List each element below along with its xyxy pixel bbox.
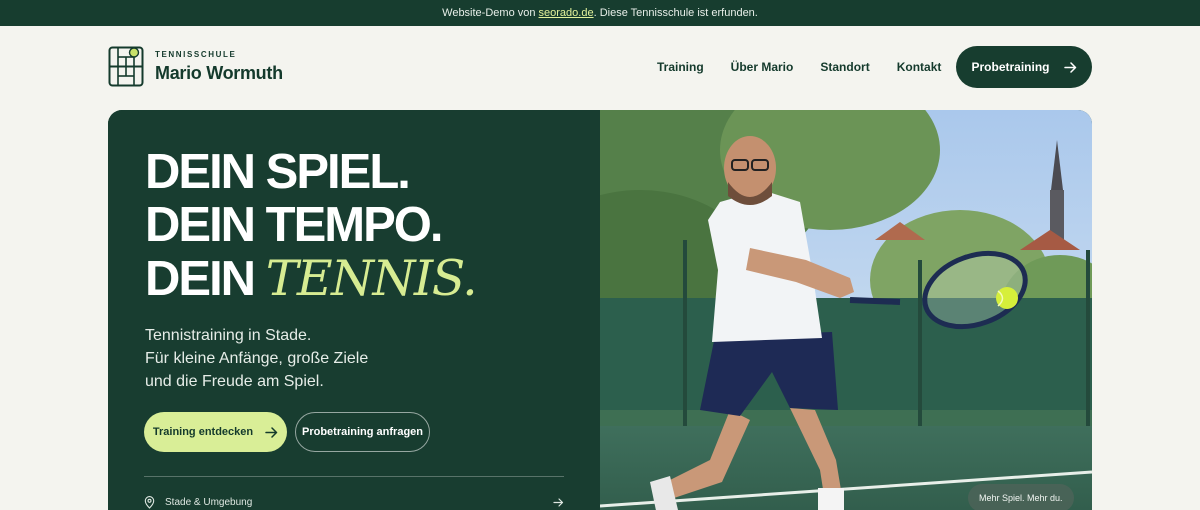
- site-header: TENNISSCHULE Mario Wormuth Training Über…: [0, 26, 1200, 110]
- demo-notice-bar: Website-Demo von seorado.de. Diese Tenni…: [0, 0, 1200, 26]
- tennis-player-photo: [600, 110, 1092, 510]
- hero-photo: Mehr Spiel. Mehr du.: [600, 110, 1092, 510]
- probetraining-anfragen-label: Probetraining anfragen: [301, 426, 424, 438]
- demo-notice-link[interactable]: seorado.de: [539, 7, 594, 19]
- probetraining-anfragen-button[interactable]: Probetraining anfragen: [295, 412, 430, 452]
- nav-item-training[interactable]: Training: [657, 60, 704, 74]
- hero-text-panel: DEIN SPIEL. DEIN TEMPO. DEIN TENNIS. Ten…: [108, 110, 600, 510]
- arrow-right-icon: [265, 426, 278, 438]
- subtext-line-2: Für kleine Anfänge, große Ziele: [145, 350, 369, 367]
- training-entdecken-label: Training entdecken: [152, 426, 254, 438]
- arrow-right-icon: [1063, 61, 1077, 73]
- headline-line-2: DEIN TEMPO.: [145, 198, 444, 252]
- arrow-right-icon: [553, 497, 564, 507]
- hero-headline: DEIN SPIEL. DEIN TEMPO. DEIN TENNIS.: [145, 145, 478, 307]
- headline-line-1: DEIN SPIEL.: [145, 145, 411, 199]
- tennis-court-logo-icon: [108, 46, 144, 87]
- divider: [144, 476, 564, 477]
- map-pin-icon: [144, 495, 155, 509]
- probetraining-button-label: Probetraining: [971, 60, 1050, 74]
- demo-notice-prefix: Website-Demo von: [442, 7, 539, 19]
- nav-item-ueber-mario[interactable]: Über Mario: [731, 60, 794, 74]
- hero-subtext: Tennistraining in Stade. Für kleine Anfä…: [145, 324, 368, 393]
- demo-notice-suffix: . Diese Tennisschule ist erfunden.: [593, 7, 758, 19]
- logo-name: Mario Wormuth: [155, 62, 283, 83]
- headline-line-3: DEIN TENNIS.: [145, 250, 478, 307]
- headline-accent-word: TENNIS.: [265, 250, 478, 307]
- logo[interactable]: TENNISSCHULE Mario Wormuth: [108, 46, 283, 87]
- subtext-line-3: und die Freude am Spiel.: [145, 373, 324, 390]
- location-label: Stade & Umgebung: [165, 496, 253, 508]
- training-entdecken-button[interactable]: Training entdecken: [144, 412, 287, 452]
- subtext-line-1: Tennistraining in Stade.: [145, 327, 312, 344]
- nav-item-standort[interactable]: Standort: [820, 60, 869, 74]
- nav-item-kontakt[interactable]: Kontakt: [897, 60, 942, 74]
- headline-line-3-prefix: DEIN: [145, 252, 266, 306]
- hero-section: DEIN SPIEL. DEIN TEMPO. DEIN TENNIS. Ten…: [108, 110, 1092, 510]
- location-row[interactable]: Stade & Umgebung: [144, 494, 564, 510]
- probetraining-button[interactable]: Probetraining: [956, 46, 1092, 88]
- photo-badge: Mehr Spiel. Mehr du.: [968, 484, 1074, 510]
- main-nav: Training Über Mario Standort Kontakt: [657, 60, 941, 74]
- logo-kicker: TENNISSCHULE: [155, 49, 237, 59]
